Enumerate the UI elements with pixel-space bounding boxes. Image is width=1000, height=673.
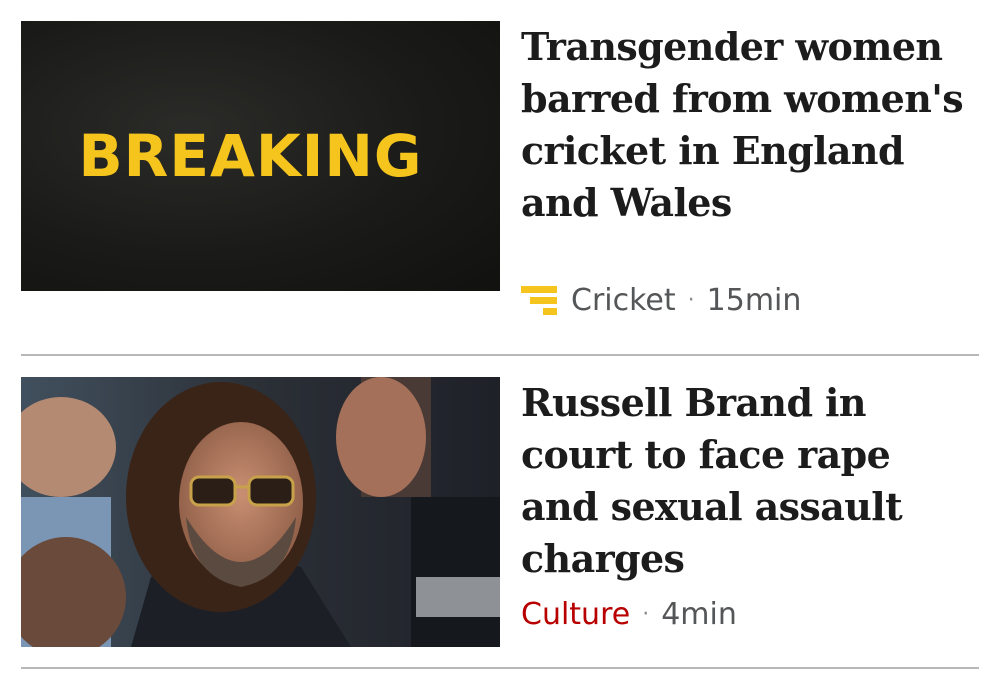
story-thumbnail[interactable]: [21, 377, 500, 647]
story-divider: [21, 667, 979, 669]
news-feed: BREAKING Transgender women barred from w…: [0, 0, 1000, 673]
story-time: 4min: [661, 597, 737, 632]
section-link[interactable]: Cricket: [571, 283, 676, 318]
story-meta: Culture · 4min: [521, 597, 737, 632]
story-card[interactable]: BREAKING Transgender women barred from w…: [21, 21, 979, 355]
section-link[interactable]: Culture: [521, 597, 630, 632]
story-card[interactable]: Russell Brand in court to face rape and …: [21, 377, 979, 667]
meta-separator: ·: [687, 288, 695, 313]
story-headline[interactable]: Russell Brand in court to face rape and …: [521, 377, 979, 585]
story-time: 15min: [706, 283, 802, 318]
story-thumbnail[interactable]: BREAKING: [21, 21, 500, 291]
story-headline[interactable]: Transgender women barred from women's cr…: [521, 21, 979, 229]
story-meta: Cricket · 15min: [521, 283, 801, 318]
meta-separator: ·: [642, 602, 650, 627]
story-divider: [21, 354, 979, 356]
news-photo: [21, 377, 500, 647]
sport-icon: [521, 285, 557, 315]
breaking-banner-text: BREAKING: [78, 122, 423, 190]
